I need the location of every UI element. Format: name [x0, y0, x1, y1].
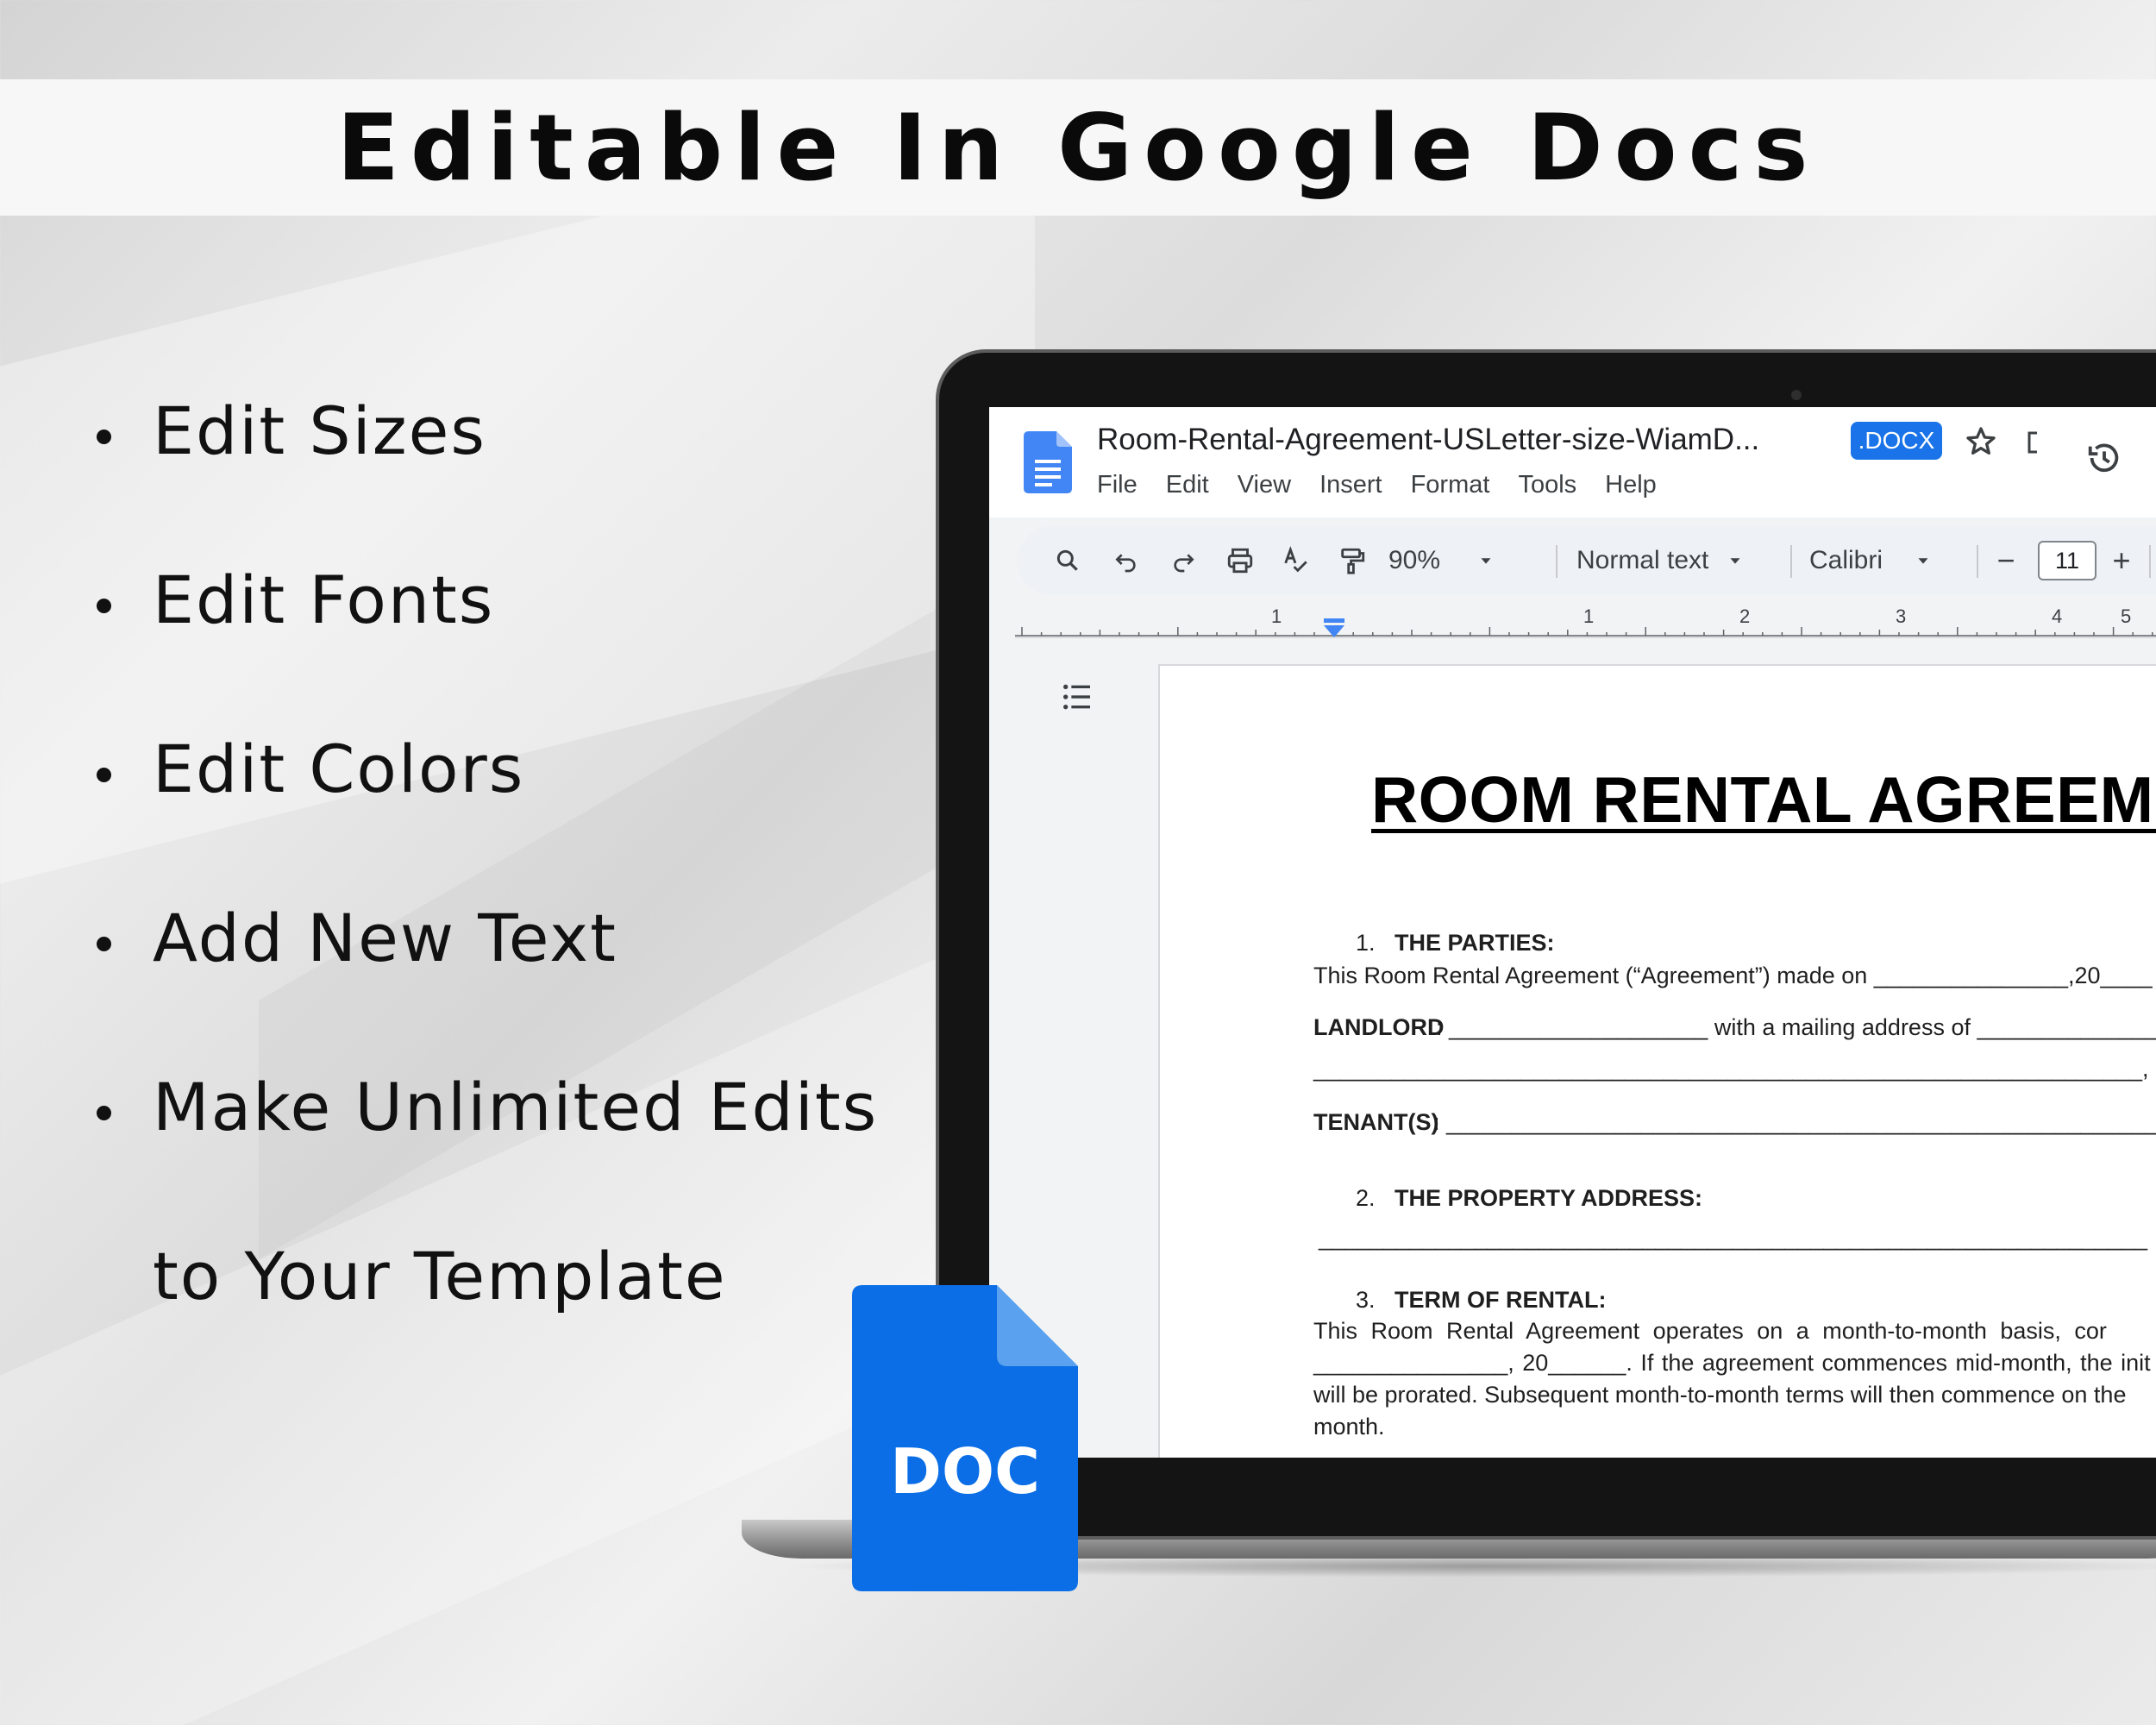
section-number: 3.	[1356, 1287, 1376, 1313]
body-line: _______________, 20______. If the agreem…	[1313, 1350, 2151, 1376]
ruler-number: 5	[2121, 605, 2132, 627]
docs-header: Room-Rental-Agreement-USLetter-size-Wiam…	[989, 407, 2156, 518]
bullet-icon	[97, 768, 111, 782]
print-icon	[1227, 548, 1253, 574]
feature-text: Edit Colors	[153, 731, 525, 807]
ruler-number: 3	[1896, 605, 1907, 627]
zoom-value: 90%	[1388, 546, 1441, 574]
body-line: ________________________________________…	[1319, 1225, 2148, 1251]
body-line: ________________________________________…	[1313, 1056, 2156, 1082]
landlord-label: LANDLORD	[1313, 1014, 1445, 1040]
search-icon	[1056, 549, 1078, 571]
body-line: : ____________________ with a mailing ad…	[1436, 1014, 2156, 1040]
redo-button[interactable]	[1164, 526, 1202, 595]
menu-view[interactable]: View	[1238, 471, 1306, 499]
feature-text: Add New Text	[153, 900, 617, 976]
tenant-label: TENANT(S)	[1313, 1109, 1439, 1135]
style-value: Normal text	[1576, 546, 1709, 574]
doc-file-label: DOC	[890, 1435, 1040, 1508]
webcam-icon	[1791, 390, 1802, 400]
section-number: 2.	[1356, 1185, 1376, 1211]
feature-text: to Your Template	[153, 1238, 727, 1314]
print-button[interactable]	[1221, 526, 1259, 595]
laptop-screen: Room-Rental-Agreement-USLetter-size-Wiam…	[989, 407, 2156, 1458]
toolbar-divider	[1556, 545, 1557, 578]
undo-button[interactable]	[1107, 526, 1145, 595]
spellcheck-icon	[1284, 546, 1307, 573]
indent-marker-icon[interactable]	[1322, 618, 1346, 639]
toolbar-divider	[1977, 545, 1978, 578]
toolbar-divider	[1790, 545, 1792, 578]
caret-down-icon	[1918, 558, 1928, 564]
ruler-number: 2	[1739, 605, 1751, 627]
spellcheck-button[interactable]	[1276, 526, 1314, 595]
banner-title: Editable In Google Docs	[336, 94, 1820, 201]
zoom-select[interactable]: 90%	[1388, 526, 1518, 595]
search-button[interactable]	[1049, 526, 1087, 595]
section-heading: THE PARTIES:	[1395, 930, 1555, 956]
bullet-icon	[97, 1106, 111, 1120]
menu-format[interactable]: Format	[1411, 471, 1505, 499]
toolbar-divider	[2149, 545, 2151, 578]
bullet-icon	[97, 937, 111, 951]
docx-badge: .DOCX	[1851, 422, 1942, 460]
toolbar: 90% Normal text Calibri − 11 + B	[1018, 526, 2156, 595]
menu-bar: File Edit View Insert Format Tools Help	[1097, 471, 1685, 499]
bullet-icon	[97, 599, 111, 613]
title-banner: Editable In Google Docs	[0, 79, 2156, 216]
body-line: will be prorated. Subsequent month-to-mo…	[1313, 1382, 2127, 1408]
document-outline-icon[interactable]	[1058, 680, 1096, 714]
body-line: This Room Rental Agreement (“Agreement”)…	[1313, 963, 2153, 988]
section-heading: THE PROPERTY ADDRESS:	[1395, 1185, 1703, 1211]
body-line: This Room Rental Agreement operates on a…	[1313, 1318, 2107, 1344]
document-heading: ROOM RENTAL AGREEMI	[1371, 763, 2156, 836]
caret-down-icon	[1730, 558, 1740, 564]
feature-text: Edit Fonts	[153, 561, 495, 638]
font-size-input[interactable]: 11	[2038, 541, 2096, 580]
move-icon[interactable]	[2027, 431, 2039, 454]
redo-icon	[1174, 554, 1194, 573]
undo-icon	[1115, 554, 1136, 573]
increase-font-size-button[interactable]: +	[2106, 526, 2137, 595]
ruler-number: 4	[2052, 605, 2063, 627]
menu-tools[interactable]: Tools	[1518, 471, 1591, 499]
menu-insert[interactable]: Insert	[1319, 471, 1397, 499]
ruler: 1 1 2 3 4 5	[1015, 604, 2156, 638]
font-select[interactable]: Calibri	[1809, 526, 1965, 595]
body-line: : ______________________________________…	[1433, 1109, 2156, 1135]
bullet-icon	[97, 430, 111, 444]
menu-file[interactable]: File	[1097, 471, 1152, 499]
menu-edit[interactable]: Edit	[1166, 471, 1224, 499]
docs-icon[interactable]	[1024, 431, 1072, 493]
star-icon[interactable]	[1964, 424, 1998, 459]
ruler-number: 1	[1583, 605, 1595, 627]
feature-text: Edit Sizes	[153, 392, 486, 469]
paint-format-icon	[1341, 548, 1365, 574]
section-heading: TERM OF RENTAL:	[1395, 1287, 1607, 1313]
paint-format-button[interactable]	[1333, 526, 1371, 595]
section-number: 1.	[1356, 930, 1376, 956]
caret-down-icon	[1481, 558, 1491, 564]
style-select[interactable]: Normal text	[1576, 526, 1775, 595]
body-line: month.	[1313, 1414, 1385, 1440]
feature-text: Make Unlimited Edits	[153, 1069, 879, 1145]
ruler-number: 1	[1271, 605, 1282, 627]
font-value: Calibri	[1809, 546, 1883, 574]
document-title[interactable]: Room-Rental-Agreement-USLetter-size-Wiam…	[1097, 423, 1759, 457]
document-page[interactable]: ROOM RENTAL AGREEMI 1. THE PARTIES: This…	[1158, 664, 2156, 1458]
history-icon[interactable]	[2084, 438, 2124, 478]
menu-help[interactable]: Help	[1605, 471, 1671, 499]
decrease-font-size-button[interactable]: −	[1990, 526, 2021, 595]
